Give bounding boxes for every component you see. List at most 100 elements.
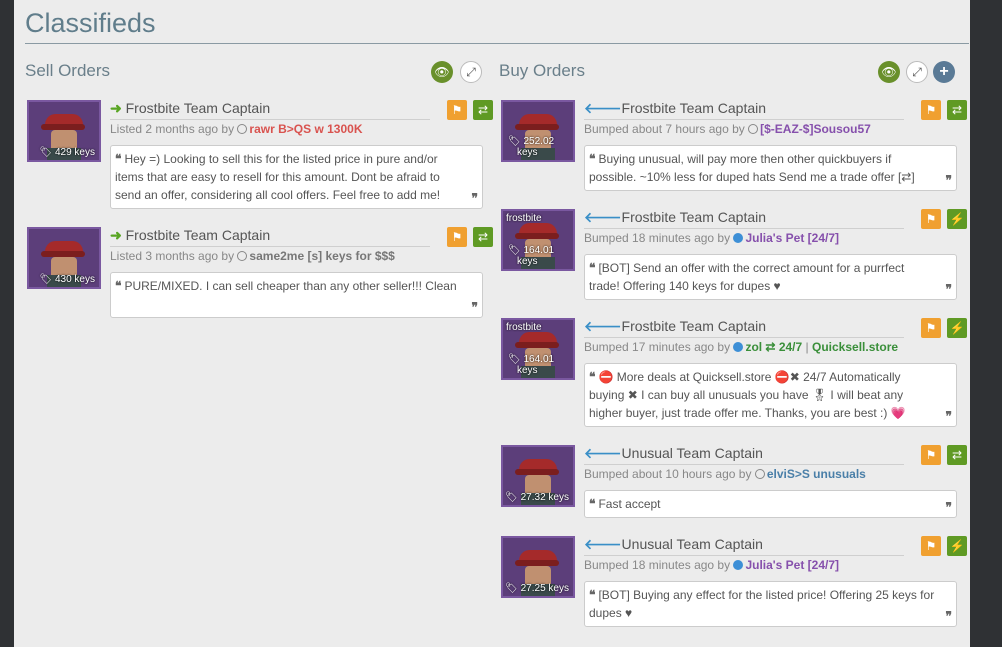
listing-comment: ❝ Fast accept ❞: [584, 490, 957, 518]
instant-trade-button[interactable]: ⚡: [947, 318, 967, 338]
item-name: Frostbite Team Captain: [621, 318, 767, 334]
title-divider: [25, 43, 969, 44]
report-flag-button[interactable]: ⚑: [447, 227, 467, 247]
buy-arrow-icon: 🡐: [584, 445, 622, 461]
item-name-link[interactable]: ➜ Frostbite Team Captain: [110, 100, 270, 117]
trade-offer-button[interactable]: ⇄: [473, 100, 493, 120]
item-thumbnail[interactable]: frostbite 🏷 164.01 keys: [501, 318, 575, 380]
quote-open-icon: ❝: [589, 152, 596, 166]
online-status-icon: [733, 233, 744, 243]
price-tag-icon: 🏷: [505, 583, 518, 594]
buy-listing-3: frostbite 🏷 164.01 keys 🡐Frostbite Team C…: [501, 318, 967, 428]
buy-visibility-eye-icon[interactable]: 👁: [878, 61, 900, 83]
item-price: 🏷 27.32 keys: [503, 492, 573, 503]
trade-offer-button[interactable]: ⇄: [947, 100, 967, 120]
buy-listing-2: frostbite 🏷 164.01 keys 🡐Frostbite Team C…: [501, 209, 967, 301]
price-tag-icon: 🏷: [508, 136, 521, 147]
report-flag-button[interactable]: ⚑: [921, 445, 941, 465]
item-name-link[interactable]: 🡐Unusual Team Captain: [584, 536, 763, 553]
listing-meta: Bumped 18 minutes ago by Julia's Pet [24…: [584, 558, 839, 572]
page-title: Classifieds: [25, 8, 156, 38]
user-store-link[interactable]: Quicksell.store: [812, 340, 898, 354]
report-flag-button[interactable]: ⚑: [921, 536, 941, 556]
user-link[interactable]: rawr B>QS w 1300K: [249, 122, 362, 136]
sell-expand-icon[interactable]: ⤢: [460, 61, 482, 83]
price-unit: keys: [517, 147, 538, 158]
user-link[interactable]: [$-EAZ-$]Sousou57: [760, 122, 871, 136]
trade-offer-button[interactable]: ⇄: [473, 227, 493, 247]
sell-listing-1: 🏷 429 keys ➜ Frostbite Team Captain ⚑ ⇄ …: [27, 100, 493, 210]
quote-close-icon: ❞: [945, 282, 952, 296]
buy-arrow-icon: 🡐: [584, 100, 622, 116]
comment-text: Fast accept: [598, 497, 661, 511]
report-flag-button[interactable]: ⚑: [447, 100, 467, 120]
user-link[interactable]: same2me [s] keys for $$$: [249, 249, 394, 263]
item-price: 🏷 430 keys: [29, 274, 99, 285]
item-name: Frostbite Team Captain: [125, 100, 271, 116]
item-thumbnail[interactable]: 🏷 252.02 keys: [501, 100, 575, 162]
item-thumbnail[interactable]: 🏷 429 keys: [27, 100, 101, 162]
price-unit: keys: [517, 256, 538, 267]
report-flag-button[interactable]: ⚑: [921, 209, 941, 229]
sell-listing-2: 🏷 430 keys ➜ Frostbite Team Captain ⚑ ⇄ …: [27, 227, 493, 319]
item-name: Unusual Team Captain: [621, 445, 763, 461]
item-name: Unusual Team Captain: [621, 536, 763, 552]
price-value: 164.01: [523, 354, 555, 365]
report-flag-button[interactable]: ⚑: [921, 318, 941, 338]
item-name-link[interactable]: 🡐Frostbite Team Captain: [584, 209, 766, 226]
price-text: 429 keys: [54, 147, 95, 158]
item-thumbnail[interactable]: 🏷 27.25 keys: [501, 536, 575, 598]
sell-arrow-icon: ➜: [110, 100, 122, 116]
item-name-link[interactable]: ➜ Frostbite Team Captain: [110, 227, 270, 244]
sell-visibility-eye-icon[interactable]: 👁: [431, 61, 453, 83]
user-link[interactable]: zol ⇄ 24/7: [745, 340, 802, 354]
offline-status-icon: [748, 124, 759, 134]
trade-offer-button[interactable]: ⇄: [947, 445, 967, 465]
offline-status-icon: [754, 469, 765, 479]
buy-listing-4: 🏷 27.32 keys 🡐Unusual Team Captain ⚑ ⇄ B…: [501, 445, 967, 519]
price-text: 27.32 keys: [520, 492, 569, 503]
quote-open-icon: ❝: [589, 588, 596, 602]
item-thumbnail[interactable]: 🏷 27.32 keys: [501, 445, 575, 507]
quote-close-icon: ❞: [945, 500, 952, 514]
user-link[interactable]: elviS>S unusuals: [767, 467, 866, 481]
listing-meta: Bumped 17 minutes ago by zol ⇄ 24/7 | Qu…: [584, 340, 898, 354]
buy-arrow-icon: 🡐: [584, 318, 622, 334]
item-name-link[interactable]: 🡐Unusual Team Captain: [584, 445, 763, 462]
buy-listing-1: 🏷 252.02 keys 🡐Frostbite Team Captain ⚑ ⇄…: [501, 100, 967, 192]
listed-time: Listed 2 months ago by: [110, 122, 235, 136]
user-link[interactable]: Julia's Pet [24/7]: [745, 231, 839, 245]
instant-trade-button[interactable]: ⚡: [947, 209, 967, 229]
add-buy-order-plus-icon[interactable]: +: [933, 61, 955, 83]
buy-arrow-icon: 🡐: [584, 209, 622, 225]
item-name-link[interactable]: 🡐Frostbite Team Captain: [584, 318, 766, 335]
item-thumbnail[interactable]: 🏷 430 keys: [27, 227, 101, 289]
buy-orders-title: Buy Orders: [499, 61, 585, 80]
item-name: Frostbite Team Captain: [621, 209, 767, 225]
online-status-icon: [733, 560, 744, 570]
price-tag-icon: 🏷: [39, 274, 53, 285]
background-left: [0, 0, 14, 647]
name-divider: [584, 119, 904, 120]
item-name: Frostbite Team Captain: [621, 100, 767, 116]
classifieds-panel: Classifieds Sell Orders 👁 ⤢ 🏷 429 keys ➜…: [14, 0, 970, 647]
buy-expand-icon[interactable]: ⤢: [906, 61, 928, 83]
report-flag-button[interactable]: ⚑: [921, 100, 941, 120]
instant-trade-button[interactable]: ⚡: [947, 536, 967, 556]
price-tag-icon: 🏷: [39, 147, 53, 158]
quote-open-icon: ❝: [589, 370, 596, 384]
user-link[interactable]: Julia's Pet [24/7]: [745, 558, 839, 572]
name-divider: [110, 246, 430, 247]
price-text: 27.25 keys: [520, 583, 569, 594]
item-name: Frostbite Team Captain: [125, 227, 271, 243]
offline-status-icon: [237, 251, 248, 261]
item-thumbnail[interactable]: frostbite 🏷 164.01 keys: [501, 209, 575, 271]
quote-close-icon: ❞: [471, 300, 478, 314]
comment-text: PURE/MIXED. I can sell cheaper than any …: [124, 279, 457, 293]
comment-text: ⛔ More deals at Quicksell.store ⛔✖ 24/7 …: [589, 370, 906, 420]
item-name-link[interactable]: 🡐Frostbite Team Captain: [584, 100, 766, 117]
comment-text: Buying unusual, will pay more then other…: [589, 152, 915, 184]
item-price: 🏷 429 keys: [29, 147, 99, 158]
listing-meta: Listed 2 months ago by rawr B>QS w 1300K: [110, 122, 362, 136]
quote-close-icon: ❞: [471, 191, 478, 205]
